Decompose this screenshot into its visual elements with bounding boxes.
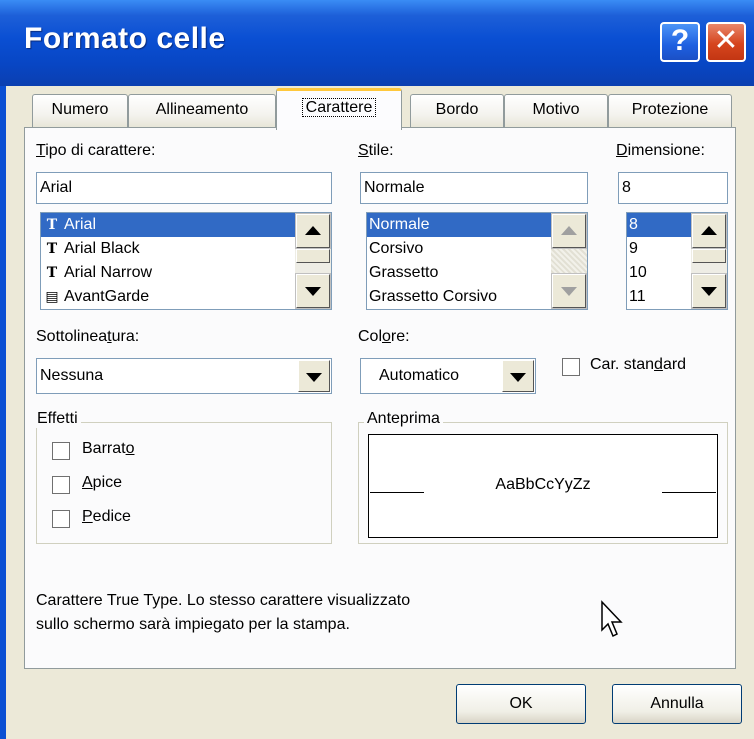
underline-select[interactable]: Nessuna xyxy=(36,358,332,394)
size-list[interactable]: 8 9 10 11 xyxy=(626,212,728,310)
scroll-up-button xyxy=(551,213,587,249)
style-list-scrollbar xyxy=(551,213,587,309)
tab-panel-carattere xyxy=(24,127,736,669)
size-list-item[interactable]: 8 xyxy=(627,213,691,237)
preview-title: Anteprima xyxy=(364,410,443,428)
font-input[interactable]: Arial xyxy=(36,172,332,204)
strikethrough-label: Barrato xyxy=(82,440,135,457)
subscript-label: Pedice xyxy=(82,508,131,525)
effects-group xyxy=(36,422,332,544)
scroll-up-button[interactable] xyxy=(295,213,331,249)
tab-motivo[interactable]: Motivo xyxy=(504,94,608,128)
size-input[interactable]: 8 xyxy=(618,172,728,204)
arrow-down-icon xyxy=(305,287,321,296)
cancel-button[interactable]: Annulla xyxy=(612,684,742,724)
window-title: Formato celle xyxy=(24,22,226,55)
dropdown-button[interactable] xyxy=(502,360,534,392)
color-select[interactable]: Automatico xyxy=(360,358,536,394)
color-value: Automatico xyxy=(379,367,460,384)
dropdown-button[interactable] xyxy=(298,360,330,392)
tab-numero[interactable]: Numero xyxy=(32,94,128,128)
printer-font-icon: ▤ xyxy=(45,289,59,305)
scroll-up-button[interactable] xyxy=(691,213,727,249)
font-list-item[interactable]: 𝐓 Arial Black xyxy=(41,237,331,261)
font-list-item[interactable]: ▤ AvantGarde xyxy=(41,285,331,309)
ok-button[interactable]: OK xyxy=(456,684,586,724)
scroll-down-button[interactable] xyxy=(295,273,331,309)
truetype-icon: 𝐓 xyxy=(46,241,58,257)
scroll-down-button[interactable] xyxy=(691,273,727,309)
font-label: Tipo di carattere: xyxy=(36,142,156,159)
style-list[interactable]: Normale Corsivo Grassetto Grassetto Cors… xyxy=(366,212,588,310)
arrow-up-icon xyxy=(305,226,321,235)
font-list[interactable]: 𝐓 Arial 𝐓 Arial Black 𝐓 Arial Narrow ▤ Avant… xyxy=(40,212,332,310)
scroll-thumb[interactable] xyxy=(296,249,330,263)
scroll-thumb[interactable] xyxy=(692,249,726,263)
tab-carattere[interactable]: Carattere xyxy=(276,88,402,130)
scroll-down-button xyxy=(551,273,587,309)
window-border xyxy=(0,86,6,739)
tab-bordo[interactable]: Bordo xyxy=(410,94,504,128)
size-label: Dimensione: xyxy=(616,142,705,159)
subscript-checkbox[interactable] xyxy=(52,510,70,528)
help-button[interactable]: ? xyxy=(660,22,700,62)
style-input[interactable]: Normale xyxy=(360,172,588,204)
underline-label: Sottolineatura: xyxy=(36,328,140,345)
font-list-item[interactable]: 𝐓 Arial Narrow xyxy=(41,261,331,285)
chevron-down-icon xyxy=(510,373,526,382)
superscript-checkbox[interactable] xyxy=(52,476,70,494)
font-list-scrollbar[interactable] xyxy=(295,213,331,309)
arrow-down-icon xyxy=(701,287,717,296)
description-line-2: sullo schermo sarà impiegato per la stam… xyxy=(36,616,350,633)
normal-font-checkbox[interactable] xyxy=(562,358,580,376)
font-list-item[interactable]: 𝐓 Arial xyxy=(41,213,331,237)
description-line-1: Carattere True Type. Lo stesso carattere… xyxy=(36,592,411,609)
close-button[interactable]: ✕ xyxy=(706,22,746,62)
underline-value: Nessuna xyxy=(40,367,104,384)
normal-font-label: Car. standard xyxy=(590,356,687,373)
truetype-icon: 𝐓 xyxy=(46,265,58,281)
arrow-up-icon xyxy=(701,226,717,235)
style-label: Stile: xyxy=(358,142,394,159)
arrow-up-icon xyxy=(561,226,577,235)
mouse-cursor-icon xyxy=(601,600,623,638)
preview-sample: AaBbCcYyZz xyxy=(495,476,591,493)
color-label: Colore: xyxy=(358,328,410,345)
tab-protezione[interactable]: Protezione xyxy=(608,94,732,128)
chevron-down-icon xyxy=(306,373,322,382)
tab-allineamento[interactable]: Allineamento xyxy=(128,94,276,128)
size-list-scrollbar[interactable] xyxy=(691,213,727,309)
arrow-down-icon xyxy=(561,287,577,296)
strikethrough-checkbox[interactable] xyxy=(52,442,70,460)
superscript-label: Apice xyxy=(82,474,123,491)
effects-title: Effetti xyxy=(34,410,81,428)
truetype-icon: 𝐓 xyxy=(46,217,58,233)
